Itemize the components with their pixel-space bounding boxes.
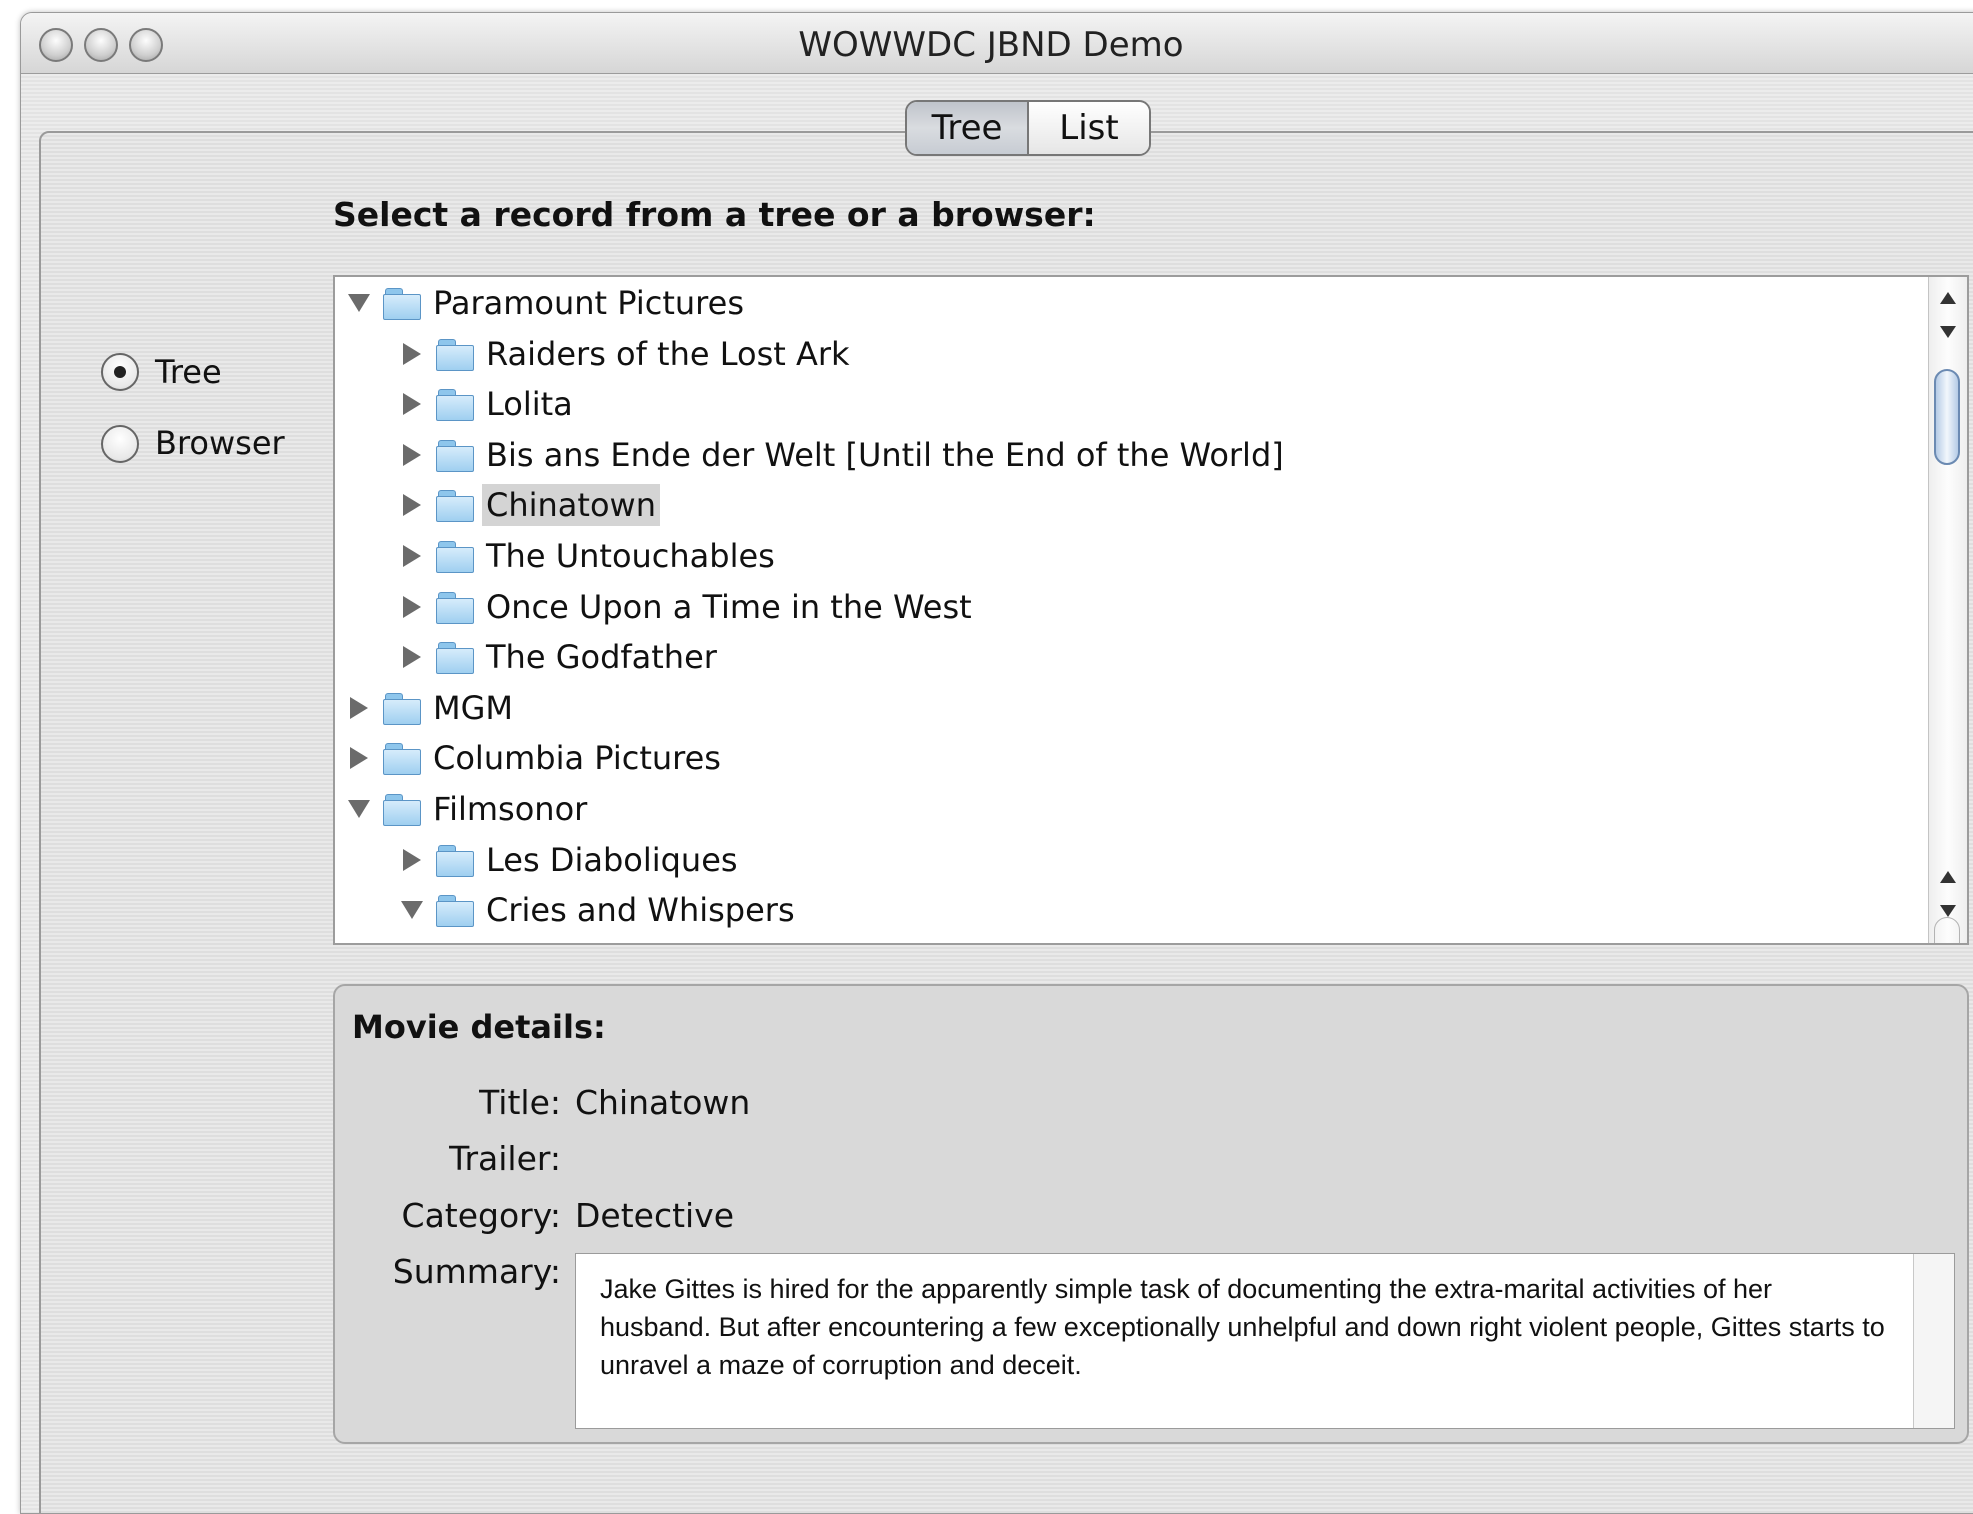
selector-heading: Select a record from a tree or a browser… (333, 195, 1096, 234)
disclosure-right-icon[interactable] (396, 489, 428, 521)
tree-row[interactable]: MGM (343, 684, 517, 732)
category-value: Detective (575, 1196, 735, 1235)
tree-scrollbar[interactable] (1928, 277, 1967, 943)
summary-textarea[interactable]: Jake Gittes is hired for the apparently … (575, 1253, 1955, 1429)
folder-icon (436, 489, 474, 523)
window-title: WOWWDC JBND Demo (798, 25, 1184, 65)
tree-row-label[interactable]: Cries and Whispers (482, 889, 799, 931)
tree-row[interactable]: Raiders of the Lost Ark (396, 330, 854, 378)
folder-icon (436, 338, 474, 371)
disclosure-down-icon[interactable] (343, 793, 375, 825)
title-label: Title: (479, 1083, 561, 1122)
disclosure-right-icon[interactable] (396, 844, 428, 876)
radio-browser[interactable] (101, 425, 139, 463)
scroll-down-arrow-icon[interactable] (1929, 315, 1967, 349)
trailer-label: Trailer: (449, 1139, 561, 1178)
record-tree[interactable]: Paramount Pictures Raiders of the Lost Ar… (333, 275, 1969, 945)
tree-row-label[interactable]: Bis ans Ende der Welt [Until the End of … (482, 434, 1288, 476)
disclosure-right-icon[interactable] (343, 742, 375, 774)
tree-row[interactable]: Paramount Pictures (343, 279, 748, 327)
folder-icon (436, 591, 474, 624)
folder-icon (383, 692, 421, 725)
app-window: WOWWDC JBND Demo Tree List Tree Browser … (20, 12, 1973, 1514)
folder-icon (436, 439, 474, 472)
summary-scrollbar[interactable] (1913, 1254, 1954, 1428)
tree-row-label[interactable]: Lolita (482, 383, 577, 425)
folder-icon (436, 894, 474, 928)
tab-list[interactable]: List (1029, 102, 1149, 154)
disclosure-right-icon[interactable] (396, 439, 428, 471)
disclosure-down-icon[interactable] (343, 287, 375, 319)
folder-icon (436, 641, 474, 675)
scroll-thumb[interactable] (1934, 369, 1960, 465)
folder-icon (436, 844, 474, 877)
scroll-down-arrow-bottom-icon[interactable] (1929, 894, 1967, 928)
title-bar: WOWWDC JBND Demo (21, 13, 1973, 74)
summary-text: Jake Gittes is hired for the apparently … (600, 1274, 1885, 1380)
disclosure-right-icon[interactable] (396, 338, 428, 370)
disclosure-right-icon[interactable] (396, 388, 428, 420)
tree-row[interactable]: Les Diaboliques (396, 836, 742, 884)
scroll-up-arrow-bottom-icon[interactable] (1929, 860, 1967, 894)
movie-details-panel: Movie details: Title: Chinatown Trailer:… (333, 984, 1969, 1444)
folder-icon (436, 388, 474, 422)
tree-row-label[interactable]: Les Diaboliques (482, 839, 742, 881)
radio-tree[interactable] (101, 353, 139, 391)
disclosure-right-icon[interactable] (343, 692, 375, 724)
tab-switcher: Tree List (905, 100, 1151, 156)
radio-browser-label[interactable]: Browser (155, 424, 285, 462)
tree-row-label[interactable]: Filmsonor (429, 788, 591, 830)
tree-row-label[interactable]: MGM (429, 687, 517, 729)
tree-row-label[interactable]: The Untouchables (482, 535, 779, 577)
tree-row[interactable]: Filmsonor (343, 785, 591, 833)
tree-row[interactable]: Columbia Pictures (343, 734, 725, 782)
tree-row[interactable]: The Untouchables (396, 532, 779, 580)
tree-row-label[interactable]: Once Upon a Time in the West (482, 586, 976, 628)
folder-icon (383, 742, 421, 776)
disclosure-right-icon[interactable] (396, 641, 428, 673)
tree-row-label[interactable]: The Godfather (482, 636, 721, 678)
disclosure-right-icon[interactable] (396, 540, 428, 572)
details-heading: Movie details: (352, 1008, 606, 1046)
disclosure-right-icon[interactable] (396, 591, 428, 623)
radio-selected-dot (114, 366, 126, 378)
summary-label: Summary: (392, 1252, 561, 1291)
disclosure-down-icon[interactable] (396, 894, 428, 926)
tree-row-label[interactable]: Chinatown (482, 484, 660, 527)
scroll-up-arrow-icon[interactable] (1929, 281, 1967, 315)
radio-tree-label[interactable]: Tree (155, 353, 222, 391)
tree-row[interactable]: The Godfather (396, 633, 721, 681)
tree-row[interactable]: Once Upon a Time in the West (396, 583, 976, 631)
tree-row[interactable]: Bis ans Ende der Welt [Until the End of … (396, 431, 1288, 479)
folder-icon (383, 287, 421, 320)
tree-row-label[interactable]: Raiders of the Lost Ark (482, 333, 854, 375)
category-label: Category: (401, 1196, 561, 1235)
tree-row[interactable]: Lolita (396, 380, 577, 428)
tree-row[interactable]: Chinatown (396, 481, 660, 529)
folder-icon (436, 540, 474, 573)
title-value: Chinatown (575, 1083, 751, 1122)
folder-icon (383, 793, 421, 826)
tree-row-label[interactable]: Columbia Pictures (429, 737, 725, 779)
tab-tree[interactable]: Tree (907, 102, 1029, 154)
tree-row-label[interactable]: Paramount Pictures (429, 282, 748, 324)
tree-row[interactable]: Cries and Whispers (396, 886, 799, 934)
